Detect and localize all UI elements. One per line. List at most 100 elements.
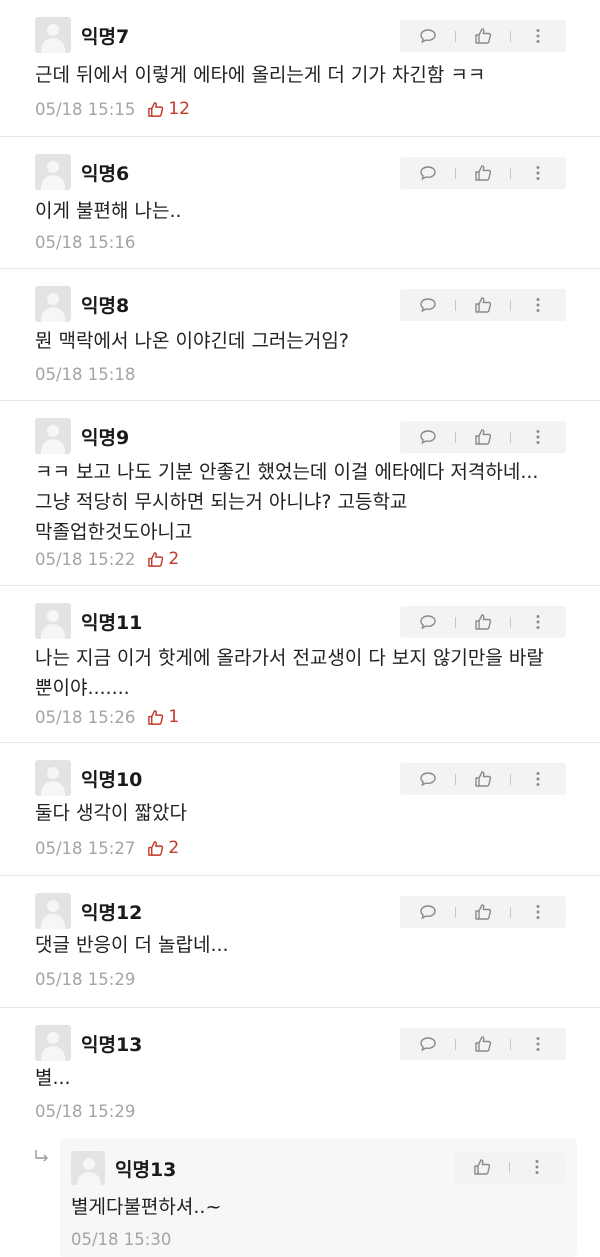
thumbs-up-icon[interactable] bbox=[469, 428, 497, 446]
comment-actions bbox=[400, 289, 566, 321]
reply-arrow-icon bbox=[35, 1150, 48, 1162]
timestamp: 05/18 15:29 bbox=[35, 970, 136, 989]
author-name: 익명7 bbox=[81, 25, 130, 48]
like-count: 2 bbox=[147, 549, 179, 569]
timestamp: 05/18 15:18 bbox=[35, 365, 136, 384]
timestamp: 05/18 15:15 bbox=[35, 99, 136, 119]
comment-actions bbox=[400, 1028, 566, 1060]
vertical-dots-icon[interactable] bbox=[524, 165, 552, 181]
reply-icon[interactable] bbox=[414, 28, 442, 44]
vertical-dots-icon[interactable] bbox=[524, 297, 552, 313]
comment-item: 익명7 근데 뒤에서 이렇게 에타에 올리는게 더 기가 차긴함 ㅋㅋ 05/1… bbox=[0, 0, 600, 137]
comment-actions bbox=[400, 157, 566, 189]
comment-text: 뭔 맥락에서 나온 이야긴데 그러는거임? bbox=[35, 330, 349, 352]
thumbs-up-icon[interactable] bbox=[469, 1035, 497, 1053]
like-count-value: 2 bbox=[168, 549, 180, 569]
reply-icon[interactable] bbox=[414, 165, 442, 181]
comment-text: 별... bbox=[35, 1067, 71, 1089]
vertical-dots-icon[interactable] bbox=[524, 429, 552, 445]
thumbs-up-icon bbox=[148, 101, 164, 117]
thumbs-up-icon[interactable] bbox=[469, 27, 497, 45]
reply-item: 익명13 별게다불편하셔..~ 05/18 15:30 bbox=[60, 1138, 577, 1257]
comment-actions bbox=[400, 606, 566, 638]
timestamp: 05/18 15:27 bbox=[35, 838, 136, 858]
avatar bbox=[35, 603, 71, 639]
comment-actions bbox=[400, 763, 566, 795]
comment-text: 이게 불편해 나는.. bbox=[35, 200, 182, 222]
thumbs-up-icon bbox=[148, 709, 164, 725]
like-count-value: 12 bbox=[168, 99, 190, 119]
reply-icon[interactable] bbox=[414, 429, 442, 445]
comment-actions bbox=[400, 421, 566, 453]
timestamp: 05/18 15:26 bbox=[35, 707, 136, 727]
avatar bbox=[35, 286, 71, 322]
thumbs-up-icon[interactable] bbox=[469, 296, 497, 314]
author-name: 익명9 bbox=[81, 426, 130, 449]
vertical-dots-icon[interactable] bbox=[523, 1159, 551, 1175]
comment-text: 나는 지금 이거 핫게에 올라가서 전교생이 다 보지 않기만을 바랄 뿐이야.… bbox=[35, 647, 544, 699]
comment-actions bbox=[400, 20, 566, 52]
vertical-dots-icon[interactable] bbox=[524, 771, 552, 787]
reply-icon[interactable] bbox=[414, 904, 442, 920]
comment-actions bbox=[400, 896, 566, 928]
avatar bbox=[71, 1151, 105, 1185]
avatar bbox=[35, 17, 71, 53]
comment-meta: 05/18 15:27 2 bbox=[35, 838, 179, 858]
comment-item: 익명12 댓글 반응이 더 놀랍네... 05/18 15:29 bbox=[0, 876, 600, 1008]
comment-text: 근데 뒤에서 이렇게 에타에 올리는게 더 기가 차긴함 ㅋㅋ bbox=[35, 64, 486, 86]
avatar bbox=[35, 893, 71, 929]
comment-header: 익명6 bbox=[35, 154, 129, 190]
thumbs-up-icon[interactable] bbox=[469, 164, 497, 182]
comment-header: 익명9 bbox=[35, 418, 129, 454]
reply-actions bbox=[454, 1151, 565, 1183]
timestamp: 05/18 15:22 bbox=[35, 549, 136, 569]
vertical-dots-icon[interactable] bbox=[524, 28, 552, 44]
comment-header: 익명13 bbox=[35, 1025, 142, 1061]
reply-header: 익명13 bbox=[71, 1151, 176, 1185]
vertical-dots-icon[interactable] bbox=[524, 614, 552, 630]
comment-item: 익명13 별... 05/18 15:29 bbox=[0, 1008, 600, 1138]
timestamp: 05/18 15:29 bbox=[35, 1102, 136, 1121]
timestamp: 05/18 15:30 bbox=[71, 1230, 172, 1249]
avatar bbox=[35, 1025, 71, 1061]
avatar bbox=[35, 760, 71, 796]
author-name: 익명6 bbox=[81, 162, 130, 185]
like-count: 12 bbox=[147, 99, 190, 119]
author-name: 익명10 bbox=[81, 768, 143, 791]
author-name: 익명13 bbox=[115, 1158, 177, 1181]
comment-header: 익명8 bbox=[35, 286, 129, 322]
author-name: 익명12 bbox=[81, 901, 143, 924]
reply-icon[interactable] bbox=[414, 1036, 442, 1052]
comment-item: 익명8 뭔 맥락에서 나온 이야긴데 그러는거임? 05/18 15:18 bbox=[0, 269, 600, 401]
thumbs-up-icon[interactable] bbox=[469, 613, 497, 631]
comment-item: 익명9 ㅋㅋ 보고 나도 기분 안좋긴 했었는데 이걸 에타에다 저격하네...… bbox=[0, 401, 600, 586]
reply-icon[interactable] bbox=[414, 614, 442, 630]
comment-header: 익명10 bbox=[35, 760, 142, 796]
comment-text: 댓글 반응이 더 놀랍네... bbox=[35, 934, 229, 956]
comment-text: ㅋㅋ 보고 나도 기분 안좋긴 했었는데 이걸 에타에다 저격하네... 그냥 … bbox=[35, 461, 539, 543]
reply-icon[interactable] bbox=[414, 771, 442, 787]
reply-meta: 05/18 15:30 bbox=[71, 1230, 171, 1249]
comment-meta: 05/18 15:15 12 bbox=[35, 99, 190, 119]
comment-header: 익명11 bbox=[35, 603, 142, 639]
thumbs-up-icon[interactable] bbox=[468, 1158, 496, 1176]
comment-meta: 05/18 15:18 bbox=[35, 365, 135, 384]
thumbs-up-icon bbox=[148, 551, 164, 567]
comment-item: 익명10 둘다 생각이 짧았다 05/18 15:27 2 bbox=[0, 743, 600, 876]
author-name: 익명11 bbox=[81, 611, 143, 634]
comment-item: 익명6 이게 불편해 나는.. 05/18 15:16 bbox=[0, 137, 600, 269]
vertical-dots-icon[interactable] bbox=[524, 904, 552, 920]
author-name: 익명8 bbox=[81, 294, 130, 317]
vertical-dots-icon[interactable] bbox=[524, 1036, 552, 1052]
comment-meta: 05/18 15:29 bbox=[35, 1102, 135, 1121]
thumbs-up-icon[interactable] bbox=[469, 770, 497, 788]
comment-meta: 05/18 15:29 bbox=[35, 970, 135, 989]
comment-header: 익명12 bbox=[35, 893, 142, 929]
comment-meta: 05/18 15:16 bbox=[35, 233, 135, 252]
author-name: 익명13 bbox=[81, 1033, 143, 1056]
like-count: 1 bbox=[147, 707, 179, 727]
thumbs-up-icon[interactable] bbox=[469, 903, 497, 921]
reply-icon[interactable] bbox=[414, 297, 442, 313]
like-count: 2 bbox=[147, 838, 179, 858]
avatar bbox=[35, 418, 71, 454]
